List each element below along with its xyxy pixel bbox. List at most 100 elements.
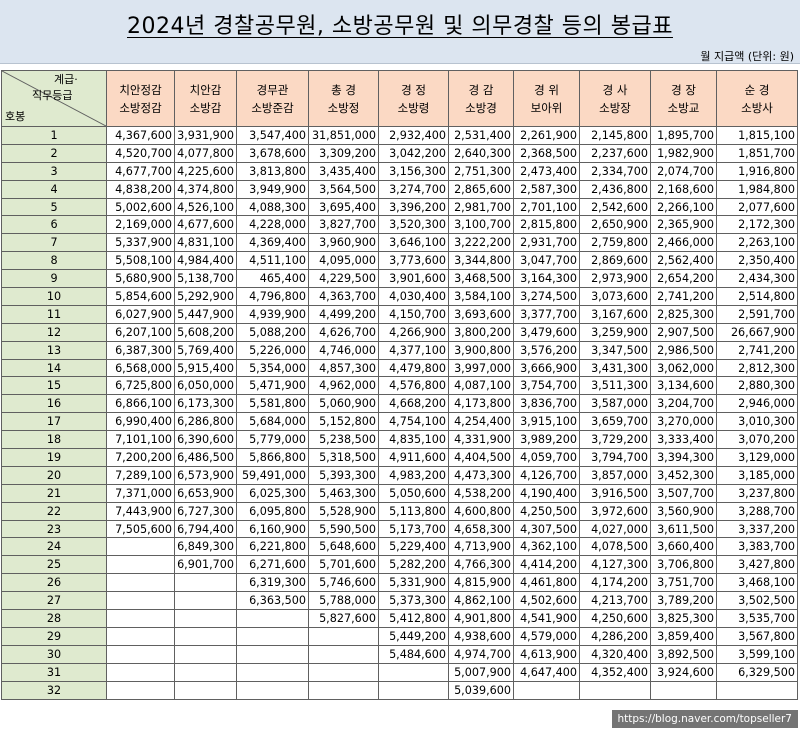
salary-cell: 5,590,500 <box>308 519 379 539</box>
step-cell: 30 <box>1 644 107 664</box>
salary-cell: 3,337,200 <box>716 519 798 539</box>
salary-cell: 3,800,200 <box>448 322 514 342</box>
column-header-line2: 소방정 <box>327 100 360 115</box>
salary-cell: 4,127,300 <box>579 555 651 575</box>
table-body: 1 4,367,600 3,931,900 3,547,400 31,851,000 2,… <box>1 126 798 700</box>
salary-cell <box>716 680 798 700</box>
title-bar: 2024년 경찰공무원, 소방공무원 및 의무경찰 등의 봉급표 월 지급액 (… <box>0 0 800 64</box>
salary-cell: 7,505,600 <box>106 519 175 539</box>
table-row: 6 2,169,000 4,677,600 4,228,000 3,827,700 3,5… <box>1 215 798 235</box>
salary-cell: 4,677,600 <box>174 215 237 235</box>
table-row: 19 7,200,200 6,486,500 5,866,800 5,318,500 4,… <box>1 448 798 467</box>
salary-cell: 3,502,500 <box>716 591 798 611</box>
salary-cell: 4,831,100 <box>174 233 237 253</box>
salary-cell: 6,390,600 <box>174 430 237 450</box>
salary-cell: 4,150,700 <box>378 304 449 324</box>
salary-cell: 3,706,800 <box>650 555 717 575</box>
salary-cell: 5,173,700 <box>378 519 449 539</box>
salary-cell: 4,835,100 <box>378 430 449 450</box>
spreadsheet-view: 2024년 경찰공무원, 소방공무원 및 의무경찰 등의 봉급표 월 지급액 (… <box>0 0 800 730</box>
salary-cell: 3,435,400 <box>308 161 379 181</box>
salary-cell: 3,164,300 <box>513 269 580 289</box>
salary-cell: 4,962,000 <box>308 376 379 396</box>
table-row: 15 6,725,800 6,050,000 5,471,900 4,962,000 4,… <box>1 376 798 396</box>
table-row: 28 5,827,600 5,412,800 4,901,800 4,541,900 4,… <box>1 609 798 628</box>
salary-cell: 4,377,100 <box>378 340 449 360</box>
salary-cell: 4,077,800 <box>174 143 237 163</box>
salary-cell: 5,060,900 <box>308 394 379 414</box>
salary-cell: 5,447,900 <box>174 304 237 324</box>
column-header: 치안정감 소방정감 <box>106 70 175 127</box>
salary-cell: 3,892,500 <box>650 644 717 664</box>
salary-cell: 59,491,000 <box>236 465 309 485</box>
salary-cell <box>174 680 237 700</box>
column-header: 총 경 소방정 <box>308 70 379 127</box>
column-header: 경 장 소방교 <box>650 70 717 127</box>
salary-cell: 3,377,700 <box>513 304 580 324</box>
salary-cell: 4,250,600 <box>579 609 651 628</box>
header-row: 계급· 직무등급 호봉 치안정감 소방정감 치안감 소방감 경무관 소방준감 총 경 소방정 경… <box>1 70 798 127</box>
corner-header: 계급· 직무등급 호봉 <box>1 70 107 127</box>
column-header-line1: 경 사 <box>602 82 628 97</box>
salary-cell: 4,754,100 <box>378 412 449 432</box>
salary-cell <box>174 573 237 593</box>
step-cell: 27 <box>1 591 107 611</box>
salary-cell: 4,938,600 <box>448 626 514 646</box>
step-cell: 12 <box>1 322 107 342</box>
salary-cell: 3,479,600 <box>513 322 580 342</box>
step-cell: 14 <box>1 358 107 378</box>
salary-cell: 5,788,000 <box>308 591 379 611</box>
step-cell: 15 <box>1 376 107 396</box>
salary-cell: 4,541,900 <box>513 609 580 628</box>
salary-cell: 2,759,800 <box>579 233 651 253</box>
salary-cell: 3,989,200 <box>513 430 580 450</box>
column-header-line2: 소방감 <box>189 100 222 115</box>
salary-cell: 4,613,900 <box>513 644 580 664</box>
salary-cell <box>106 591 175 611</box>
column-header: 경 정 소방령 <box>378 70 449 127</box>
salary-cell: 5,282,200 <box>378 555 449 575</box>
salary-cell: 2,591,700 <box>716 304 798 324</box>
salary-cell: 4,404,500 <box>448 448 514 467</box>
column-header-line1: 경무관 <box>256 82 289 97</box>
salary-cell: 3,789,200 <box>650 591 717 611</box>
step-cell: 21 <box>1 483 107 503</box>
page-title: 2024년 경찰공무원, 소방공무원 및 의무경찰 등의 봉급표 <box>127 14 673 39</box>
salary-cell: 5,238,500 <box>308 430 379 450</box>
salary-cell: 4,250,500 <box>513 501 580 521</box>
salary-cell: 2,368,500 <box>513 143 580 163</box>
salary-cell: 3,916,500 <box>579 483 651 503</box>
salary-cell: 3,383,700 <box>716 537 798 557</box>
salary-cell <box>174 609 237 628</box>
salary-cell: 4,911,600 <box>378 448 449 467</box>
salary-cell: 4,713,900 <box>448 537 514 557</box>
salary-cell: 6,319,300 <box>236 573 309 593</box>
salary-cell: 6,271,600 <box>236 555 309 575</box>
step-cell: 3 <box>1 161 107 181</box>
salary-cell: 3,859,400 <box>650 626 717 646</box>
salary-cell: 4,499,200 <box>308 304 379 324</box>
salary-cell: 4,087,100 <box>448 376 514 396</box>
salary-cell: 4,059,700 <box>513 448 580 467</box>
table-row: 1 4,367,600 3,931,900 3,547,400 31,851,000 2,… <box>1 126 798 145</box>
salary-cell: 3,288,700 <box>716 501 798 521</box>
salary-cell <box>308 626 379 646</box>
step-cell: 22 <box>1 501 107 521</box>
salary-cell: 2,981,700 <box>448 197 514 217</box>
salary-cell: 6,573,900 <box>174 465 237 485</box>
salary-cell <box>174 591 237 611</box>
salary-cell: 5,088,200 <box>236 322 309 342</box>
column-header-line2: 소방사 <box>741 100 773 115</box>
salary-cell: 2,237,600 <box>579 143 651 163</box>
column-header-line1: 경 위 <box>534 82 559 97</box>
salary-cell: 3,836,700 <box>513 394 580 414</box>
watermark: https://blog.naver.com/topseller7 <box>611 710 798 728</box>
salary-cell: 4,520,700 <box>106 143 175 163</box>
salary-cell: 3,900,800 <box>448 340 514 360</box>
salary-table: 계급· 직무등급 호봉 치안정감 소방정감 치안감 소방감 경무관 소방준감 총 경 소방정 경… <box>1 70 798 700</box>
salary-cell <box>236 626 309 646</box>
salary-cell: 1,916,800 <box>716 161 798 181</box>
salary-cell: 3,695,400 <box>308 197 379 217</box>
salary-cell: 1,895,700 <box>650 126 717 145</box>
salary-cell: 2,932,400 <box>378 126 449 145</box>
